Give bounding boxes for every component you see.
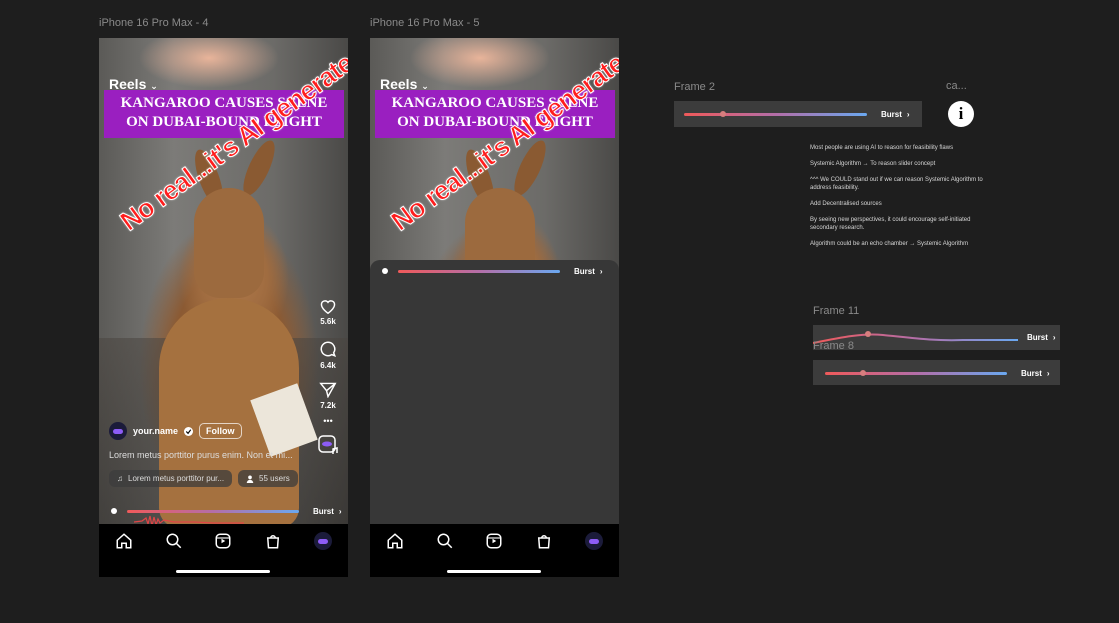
frame-label-ca: ca... <box>946 80 967 92</box>
username[interactable]: your.name <box>133 426 178 436</box>
slider-knob[interactable] <box>860 369 866 376</box>
slider-track[interactable] <box>398 269 560 273</box>
home-indicator <box>176 570 270 573</box>
chevron-right-icon: › <box>338 506 342 516</box>
design-notes: Most people are using AI to reason for f… <box>810 144 990 256</box>
search-icon[interactable] <box>165 532 183 550</box>
more-icon[interactable]: ••• <box>313 416 343 426</box>
music-pill[interactable]: ♫ Lorem metus porttitor pur... <box>109 470 233 487</box>
home-indicator <box>447 570 541 573</box>
comment-button[interactable]: 6.4k <box>313 340 343 370</box>
burst-slider[interactable]: Burst › <box>382 259 603 283</box>
profile-icon[interactable] <box>585 532 604 550</box>
comment-icon <box>320 341 337 358</box>
reels-icon[interactable] <box>485 532 503 550</box>
note: By seeing new perspectives, it could enc… <box>810 217 971 231</box>
chevron-right-icon: › <box>1046 368 1050 378</box>
audio-thumbnail[interactable] <box>313 434 343 456</box>
home-icon[interactable] <box>386 532 404 550</box>
note: Add Decentralised sources <box>810 201 882 207</box>
bottom-nav <box>370 524 619 577</box>
frame-label-phone-5: iPhone 16 Pro Max - 5 <box>370 17 480 29</box>
reel-caption[interactable]: Lorem metus porttitor purus enim. Non et… <box>109 450 309 460</box>
burst-button[interactable]: Burst › <box>574 267 603 276</box>
heart-icon <box>320 300 336 314</box>
frame-label-frame-11: Frame 11 <box>813 305 860 317</box>
frame-2-panel: Burst › <box>674 101 922 127</box>
burst-button[interactable]: Burst › <box>881 110 910 119</box>
phone-frame-5: Reels ⌄ KANGAROO CAUSES SCENE ON DUBAI-B… <box>370 38 619 577</box>
comment-count: 6.4k <box>320 361 336 370</box>
kangaroo-head <box>194 188 264 298</box>
like-button[interactable]: 5.6k <box>313 298 343 326</box>
slider-knob[interactable] <box>382 268 388 274</box>
burst-button[interactable]: Burst › <box>1021 369 1050 378</box>
frame-label-phone-4: iPhone 16 Pro Max - 4 <box>99 17 209 29</box>
avatar[interactable] <box>109 422 127 440</box>
slider-knob <box>865 331 871 337</box>
shop-icon[interactable] <box>535 532 553 550</box>
phone-frame-4: Reels ⌄ KANGAROO CAUSES SCENE ON DUBAI-B… <box>99 38 348 577</box>
frame-8-panel: Burst › <box>813 360 1060 385</box>
music-label: Lorem metus porttitor pur... <box>128 474 225 483</box>
note: Most people are using AI to reason for f… <box>810 145 954 151</box>
note: Algorithm could be an echo chamber → Sys… <box>810 241 969 247</box>
user-icon <box>246 475 254 483</box>
share-button[interactable]: 7.2k <box>313 382 343 410</box>
shop-icon[interactable] <box>264 532 282 550</box>
note: ^^^ We COULD stand out if we can reason … <box>810 177 983 191</box>
frame-8-slider[interactable]: Burst › <box>825 361 1050 385</box>
slider-knob[interactable] <box>720 110 726 117</box>
users-label: 55 users <box>259 474 290 483</box>
slider-knob[interactable] <box>111 508 117 514</box>
share-count: 7.2k <box>320 401 336 410</box>
profile-icon[interactable] <box>314 532 333 550</box>
burst-button[interactable]: Burst › <box>1027 333 1056 342</box>
author-row: your.name Follow <box>109 422 242 440</box>
verified-icon <box>184 426 194 436</box>
search-icon[interactable] <box>436 532 454 550</box>
music-icon <box>318 435 338 454</box>
reels-icon[interactable] <box>214 532 232 550</box>
bottom-sheet: Burst › <box>370 260 619 527</box>
info-icon[interactable]: i <box>948 101 974 127</box>
follow-button[interactable]: Follow <box>199 423 242 439</box>
music-icon: ♫ <box>117 474 123 483</box>
users-pill[interactable]: 55 users <box>238 470 298 487</box>
bottom-nav <box>99 524 348 577</box>
frame-label-frame-8: Frame 8 <box>813 340 854 352</box>
chevron-right-icon: › <box>599 266 603 276</box>
burst-button[interactable]: Burst › <box>313 507 342 516</box>
share-icon <box>319 382 337 398</box>
slider-track[interactable] <box>127 509 299 513</box>
chevron-right-icon: › <box>906 109 910 119</box>
reel-actions: 5.6k 6.4k 7.2k ••• <box>313 298 343 462</box>
frame-label-frame-2: Frame 2 <box>674 81 715 93</box>
note: Systemic Algorithm → To reason slider co… <box>810 161 936 167</box>
slider-track[interactable] <box>825 369 1007 376</box>
slider-track[interactable] <box>684 110 867 117</box>
home-icon[interactable] <box>115 532 133 550</box>
headline-line-2: ON DUBAI-BOUND FLIGHT <box>126 114 322 130</box>
frame-2-slider[interactable]: Burst › <box>684 102 910 126</box>
music-row: ♫ Lorem metus porttitor pur... 55 users <box>109 470 298 487</box>
headline-line-2: ON DUBAI-BOUND FLIGHT <box>397 114 593 130</box>
like-count: 5.6k <box>320 317 336 326</box>
chevron-right-icon: › <box>1052 333 1056 342</box>
